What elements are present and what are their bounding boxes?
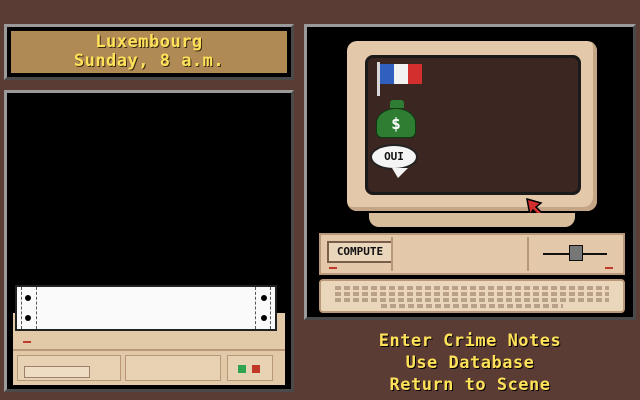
console-panel	[391, 237, 529, 271]
printer-panel	[4, 90, 294, 392]
speech-bubble-text: OUI	[370, 144, 418, 170]
menu-item-use-database[interactable]: Use Database	[406, 352, 535, 374]
printer-status-lights	[227, 355, 273, 381]
menu-item-return-to-scene[interactable]: Return to Scene	[389, 374, 550, 396]
dollar-symbol: $	[391, 114, 401, 133]
printout-area	[11, 97, 287, 287]
location-plaque: Luxembourg Sunday, 8 a.m.	[11, 31, 287, 73]
computer-panel: $ OUI COMPUTE	[304, 24, 636, 320]
location-panel: Luxembourg Sunday, 8 a.m.	[4, 24, 294, 80]
green-led-icon	[238, 365, 246, 373]
location-city: Luxembourg	[95, 32, 203, 52]
printer-cover	[125, 355, 221, 381]
monitor: $ OUI	[347, 41, 597, 223]
computer-console: COMPUTE	[319, 233, 625, 275]
computer-screen: $ OUI	[365, 55, 581, 195]
menu-item-enter-crime-notes[interactable]: Enter Crime Notes	[379, 330, 562, 352]
printer-indicator	[23, 341, 31, 343]
compute-button[interactable]: COMPUTE	[327, 241, 393, 263]
location-time: Sunday, 8 a.m.	[73, 51, 225, 71]
red-led-icon	[252, 365, 260, 373]
action-menu: Enter Crime Notes Use Database Return to…	[304, 330, 636, 400]
paper-tractor-left	[21, 287, 37, 329]
power-light	[329, 267, 337, 269]
paper-hole	[261, 295, 267, 301]
paper-tractor-right	[255, 287, 271, 329]
printer-base	[13, 349, 285, 385]
printer-tray	[17, 355, 121, 381]
monitor-stand	[369, 213, 575, 227]
french-flag-icon[interactable]	[374, 60, 426, 96]
disk-drive	[543, 243, 607, 265]
drive-light	[605, 267, 613, 269]
paper-hole	[261, 315, 267, 321]
paper-hole	[25, 315, 31, 321]
printer-paper	[15, 285, 277, 331]
paper-hole	[25, 295, 31, 301]
keyboard	[319, 279, 625, 313]
speech-bubble-icon[interactable]: OUI	[370, 144, 420, 182]
money-bag-icon[interactable]: $	[372, 100, 418, 140]
